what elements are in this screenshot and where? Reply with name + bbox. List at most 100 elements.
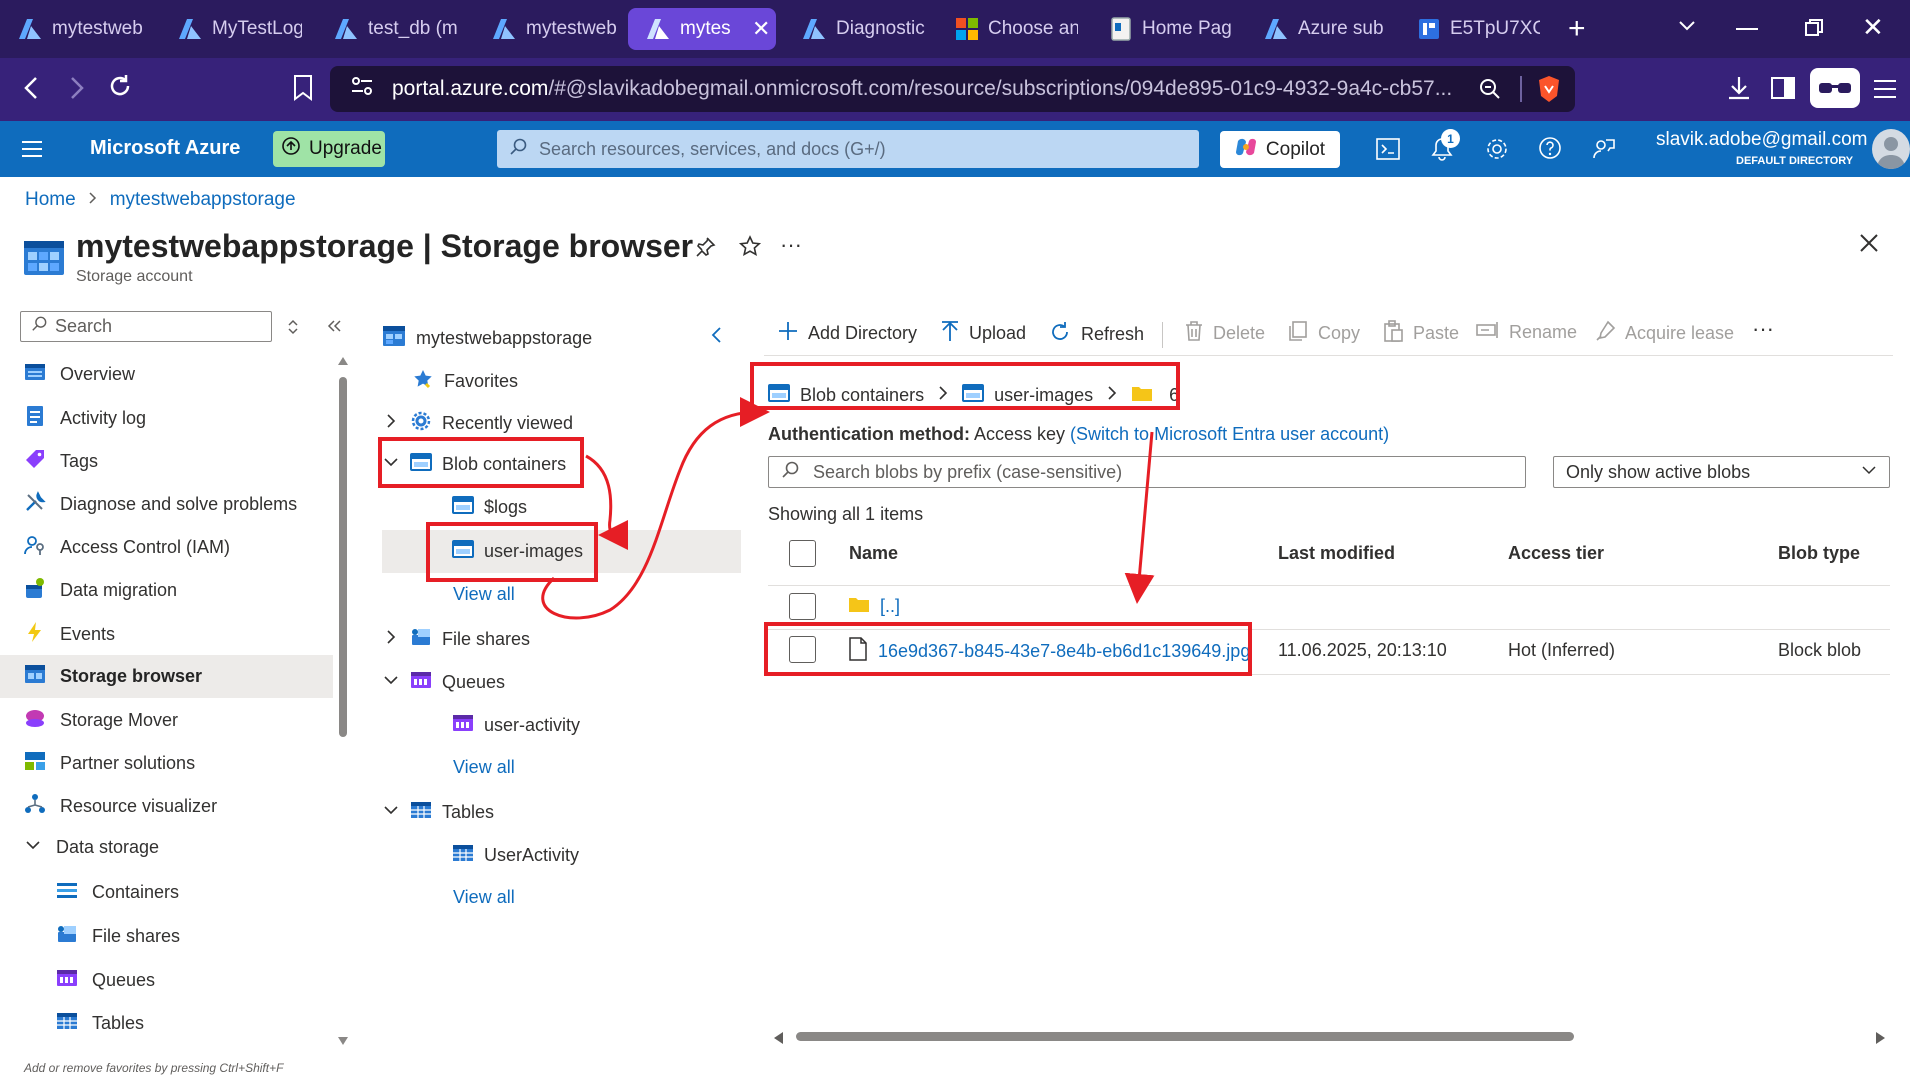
browser-tab[interactable]: mytestwebapp xyxy=(0,8,160,50)
restore-icon[interactable] xyxy=(1804,18,1824,43)
paste-button[interactable]: Paste xyxy=(1382,320,1459,347)
tree-item-recently-viewed[interactable]: Recently viewed xyxy=(382,410,573,437)
tree-item-favorites[interactable]: Favorites xyxy=(412,368,518,395)
delete-button[interactable]: Delete xyxy=(1184,320,1265,347)
site-settings-icon[interactable] xyxy=(350,75,374,103)
browser-tab-active[interactable]: mytes ✕ xyxy=(628,8,776,50)
user-email[interactable]: slavik.adobe@gmail.com xyxy=(1656,129,1868,151)
reload-icon[interactable] xyxy=(106,72,134,105)
more-options-icon[interactable]: ··· xyxy=(780,232,802,258)
browser-tab[interactable]: test_db (m xyxy=(316,8,476,50)
upload-button[interactable]: Upload xyxy=(940,320,1026,347)
hamburger-menu-icon[interactable] xyxy=(20,139,44,164)
nav-item-data-migration[interactable]: Data migration xyxy=(24,577,177,604)
zoom-icon[interactable] xyxy=(1478,77,1502,107)
horizontal-scrollbar-thumb[interactable] xyxy=(796,1032,1574,1041)
horizontal-scrollbar[interactable] xyxy=(774,1030,1886,1044)
browser-tab[interactable]: mytestwebapp xyxy=(474,8,634,50)
tree-item-file-shares[interactable]: File shares xyxy=(382,627,530,652)
brave-shield-icon[interactable] xyxy=(1536,74,1562,110)
chevron-down-icon[interactable] xyxy=(1676,14,1698,41)
queues-view-all-link[interactable]: View all xyxy=(453,757,515,778)
close-tab-icon[interactable]: ✕ xyxy=(752,16,770,42)
bookmark-icon[interactable] xyxy=(292,74,314,107)
cloud-shell-icon[interactable] xyxy=(1376,138,1400,165)
upgrade-button[interactable]: Upgrade xyxy=(273,131,385,167)
collapse-tree-icon[interactable] xyxy=(710,325,724,350)
nav-item-diagnose[interactable]: Diagnose and solve problems xyxy=(24,491,297,518)
column-header-last-modified[interactable]: Last modified xyxy=(1278,543,1395,564)
global-search-input[interactable]: Search resources, services, and docs (G+… xyxy=(497,130,1199,168)
nav-scrollbar-thumb[interactable] xyxy=(339,377,347,737)
close-window-icon[interactable]: ✕ xyxy=(1862,12,1884,43)
close-blade-icon[interactable] xyxy=(1858,232,1880,259)
select-all-checkbox[interactable] xyxy=(789,540,816,567)
star-icon[interactable] xyxy=(738,234,762,263)
tree-root[interactable]: mytestwebappstorage xyxy=(382,325,592,352)
minimize-icon[interactable] xyxy=(1736,28,1758,30)
blob-filter-dropdown[interactable]: Only show active blobs xyxy=(1553,456,1890,488)
breadcrumb-home-link[interactable]: Home xyxy=(25,189,76,211)
nav-item-containers[interactable]: Containers xyxy=(56,881,179,904)
nav-item-resource-visualizer[interactable]: Resource visualizer xyxy=(24,793,217,820)
nav-scrollbar[interactable] xyxy=(338,357,348,1047)
tree-item-queues[interactable]: Queues xyxy=(382,670,505,695)
nav-item-events[interactable]: Events xyxy=(24,621,115,648)
forward-icon[interactable] xyxy=(64,74,88,107)
nav-item-queues[interactable]: Queues xyxy=(56,968,155,993)
browser-tab[interactable]: Azure sub xyxy=(1246,8,1406,50)
download-icon[interactable] xyxy=(1726,74,1752,107)
browser-tab[interactable]: Diagnostic xyxy=(784,8,944,50)
nav-item-tables[interactable]: Tables xyxy=(56,1011,144,1036)
parent-folder-row[interactable]: [..] xyxy=(848,595,900,618)
browser-tab[interactable]: E5TpU7XC xyxy=(1400,8,1560,50)
copilot-button[interactable]: Copilot xyxy=(1220,131,1340,168)
nav-item-storage-browser[interactable]: Storage browser xyxy=(24,664,202,689)
rename-button[interactable]: Rename xyxy=(1476,320,1577,345)
column-header-name[interactable]: Name xyxy=(849,543,898,564)
acquire-lease-button[interactable]: Acquire lease xyxy=(1594,320,1734,347)
column-header-access-tier[interactable]: Access tier xyxy=(1508,543,1604,564)
browser-tab[interactable]: Home Page xyxy=(1092,8,1252,50)
copy-button[interactable]: Copy xyxy=(1287,320,1360,347)
back-icon[interactable] xyxy=(20,74,44,107)
new-tab-icon[interactable]: + xyxy=(1568,12,1586,46)
tables-view-all-link[interactable]: View all xyxy=(453,887,515,908)
refresh-button[interactable]: Refresh xyxy=(1048,320,1144,349)
nav-item-activity-log[interactable]: Activity log xyxy=(24,405,146,432)
nav-item-overview[interactable]: Overview xyxy=(24,362,135,387)
breadcrumb-resource-link[interactable]: mytestwebappstorage xyxy=(110,189,296,211)
settings-gear-icon[interactable] xyxy=(1484,136,1510,167)
tree-item-tables[interactable]: Tables xyxy=(382,800,494,825)
nav-item-access-control[interactable]: Access Control (IAM) xyxy=(24,534,230,561)
more-toolbar-icon[interactable]: ··· xyxy=(1752,316,1774,342)
blob-prefix-search-input[interactable]: Search blobs by prefix (case-sensitive) xyxy=(768,456,1526,488)
brand-title[interactable]: Microsoft Azure xyxy=(90,137,240,160)
nav-item-file-shares[interactable]: File shares xyxy=(56,924,180,949)
url-bar[interactable]: portal.azure.com/#@slavikadobegmail.onmi… xyxy=(330,66,1575,112)
help-icon[interactable] xyxy=(1538,136,1562,165)
pin-icon[interactable] xyxy=(694,236,716,263)
menu-icon[interactable] xyxy=(1872,78,1898,105)
nav-search-input[interactable]: Search xyxy=(20,311,272,342)
browser-tab[interactable]: Choose an xyxy=(938,8,1098,50)
blob-view-all-link[interactable]: View all xyxy=(453,584,515,605)
collapse-nav-icon[interactable] xyxy=(326,318,342,339)
browser-tab[interactable]: MyTestLogic xyxy=(160,8,320,50)
feedback-icon[interactable] xyxy=(1592,136,1616,167)
private-glasses-icon[interactable] xyxy=(1810,68,1860,108)
switch-auth-link[interactable]: (Switch to Microsoft Entra user account) xyxy=(1070,424,1389,444)
parent-folder-link[interactable]: [..] xyxy=(880,596,900,617)
nav-item-tags[interactable]: Tags xyxy=(24,448,98,475)
row-checkbox[interactable] xyxy=(789,593,816,620)
tree-item-user-activity-table[interactable]: UserActivity xyxy=(452,843,579,868)
nav-item-partner-solutions[interactable]: Partner solutions xyxy=(24,750,195,777)
sort-icon[interactable] xyxy=(286,317,300,342)
add-directory-button[interactable]: Add Directory xyxy=(777,320,917,347)
column-header-blob-type[interactable]: Blob type xyxy=(1778,543,1860,564)
nav-item-storage-mover[interactable]: Storage Mover xyxy=(24,707,178,734)
tree-item-user-activity-queue[interactable]: user-activity xyxy=(452,713,580,738)
nav-group-data-storage[interactable]: Data storage xyxy=(24,836,159,859)
avatar[interactable] xyxy=(1872,129,1910,169)
tree-item-logs[interactable]: $logs xyxy=(452,496,527,519)
